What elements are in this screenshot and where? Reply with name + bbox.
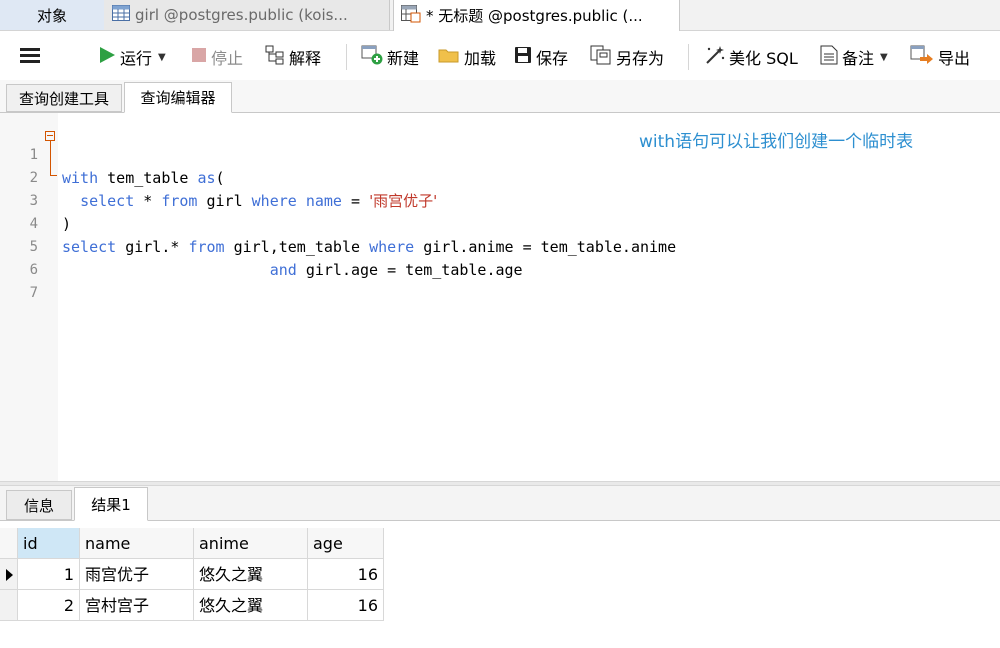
code-line: 5 and girl.age = tem_table.age — [0, 213, 1000, 279]
toolbar-divider — [346, 44, 347, 70]
code-line: 7 — [0, 259, 1000, 301]
row-pointer-icon — [6, 569, 13, 581]
cell-anime[interactable]: 悠久之翼 — [194, 559, 308, 590]
new-icon — [361, 45, 383, 69]
save-as-button[interactable]: 另存为 — [590, 36, 664, 78]
load-icon — [438, 46, 460, 68]
tab-result-label: 结果1 — [91, 495, 131, 514]
tab-query-builder[interactable]: 查询创建工具 — [6, 84, 122, 112]
tab-bar: 对象 girl @postgres.public (kois... * 无标题 … — [0, 0, 1000, 31]
note-button[interactable]: 备注 ▼ — [820, 36, 888, 78]
query-subtabs: 查询创建工具 查询编辑器 — [0, 80, 1000, 113]
column-header-name[interactable]: name — [80, 528, 194, 559]
tab-result-1[interactable]: 结果1 — [74, 487, 148, 521]
menu-icon — [20, 47, 40, 67]
run-icon — [98, 46, 116, 68]
stop-label: 停止 — [211, 49, 244, 68]
code-line: 6 — [0, 236, 1000, 278]
tab-query-editor-label: 查询编辑器 — [140, 89, 216, 107]
tab-query-editor[interactable]: 查询编辑器 — [124, 82, 232, 113]
save-label: 保存 — [536, 49, 569, 68]
tab-objects[interactable]: 对象 — [0, 0, 105, 30]
tab-query-builder-label: 查询创建工具 — [18, 89, 109, 108]
explain-icon — [265, 45, 285, 69]
run-label: 运行 — [120, 49, 153, 68]
beautify-icon — [703, 45, 725, 69]
toolbar: 运行 ▼ 停止 解释 新建 加载 保存 另存为 美化 SQL 备注 ▼ 导出 — [0, 36, 1000, 78]
export-icon — [910, 45, 934, 69]
tab-info[interactable]: 信息 — [6, 490, 72, 520]
cell-name[interactable]: 雨宫优子 — [80, 559, 194, 590]
note-label: 备注 — [842, 49, 875, 68]
run-button[interactable]: 运行 ▼ — [98, 36, 166, 78]
explain-label: 解释 — [289, 49, 322, 68]
tab-info-label: 信息 — [23, 496, 54, 515]
row-selector[interactable] — [0, 559, 18, 590]
table-icon — [112, 5, 130, 25]
code-line: 3 ) — [0, 167, 1000, 233]
header-corner — [0, 528, 18, 559]
line-number: 7 — [29, 285, 38, 301]
annotation-text: with语句可以让我们创建一个临时表 — [639, 132, 914, 152]
explain-button[interactable]: 解释 — [265, 36, 321, 78]
save-button[interactable]: 保存 — [514, 36, 568, 78]
stop-icon — [191, 47, 207, 67]
cell-age[interactable]: 16 — [308, 559, 384, 590]
query-icon — [401, 4, 421, 27]
export-label: 导出 — [938, 49, 971, 68]
chevron-down-icon[interactable]: ▼ — [880, 52, 888, 63]
cell-name[interactable]: 宫村宫子 — [80, 590, 194, 621]
menu-button[interactable] — [20, 36, 40, 78]
sql-editor[interactable]: 1 with tem_table as( 2 select * from gir… — [0, 113, 1000, 481]
new-label: 新建 — [387, 49, 420, 68]
column-header-id[interactable]: id — [18, 528, 80, 559]
cell-id[interactable]: 1 — [18, 559, 80, 590]
cell-anime[interactable]: 悠久之翼 — [194, 590, 308, 621]
column-header-anime[interactable]: anime — [194, 528, 308, 559]
beautify-label: 美化 SQL — [729, 49, 798, 68]
load-label: 加载 — [464, 49, 497, 68]
toolbar-divider — [688, 44, 689, 70]
new-button[interactable]: 新建 — [361, 36, 419, 78]
tab-untitled-label: * 无标题 @postgres.public (... — [426, 7, 643, 25]
beautify-sql-button[interactable]: 美化 SQL — [703, 36, 798, 78]
chevron-down-icon[interactable]: ▼ — [158, 52, 166, 63]
column-header-age[interactable]: age — [308, 528, 384, 559]
result-tabs: 信息 结果1 — [0, 486, 1000, 521]
cell-id[interactable]: 2 — [18, 590, 80, 621]
tab-objects-label: 对象 — [36, 6, 67, 25]
stop-button[interactable]: 停止 — [191, 36, 243, 78]
cell-age[interactable]: 16 — [308, 590, 384, 621]
tab-girl-label: girl @postgres.public (kois... — [135, 6, 348, 24]
load-button[interactable]: 加载 — [438, 36, 496, 78]
note-icon — [820, 45, 838, 69]
code-line: 4 select girl.* from girl,tem_table wher… — [0, 190, 1000, 256]
save-as-icon — [590, 45, 612, 69]
export-button[interactable]: 导出 — [910, 36, 970, 78]
save-icon — [514, 46, 532, 68]
save-as-label: 另存为 — [616, 49, 665, 68]
row-selector[interactable] — [0, 590, 18, 621]
tab-untitled-query[interactable]: * 无标题 @postgres.public (... — [393, 0, 680, 31]
tab-girl-table[interactable]: girl @postgres.public (kois... — [104, 0, 390, 30]
